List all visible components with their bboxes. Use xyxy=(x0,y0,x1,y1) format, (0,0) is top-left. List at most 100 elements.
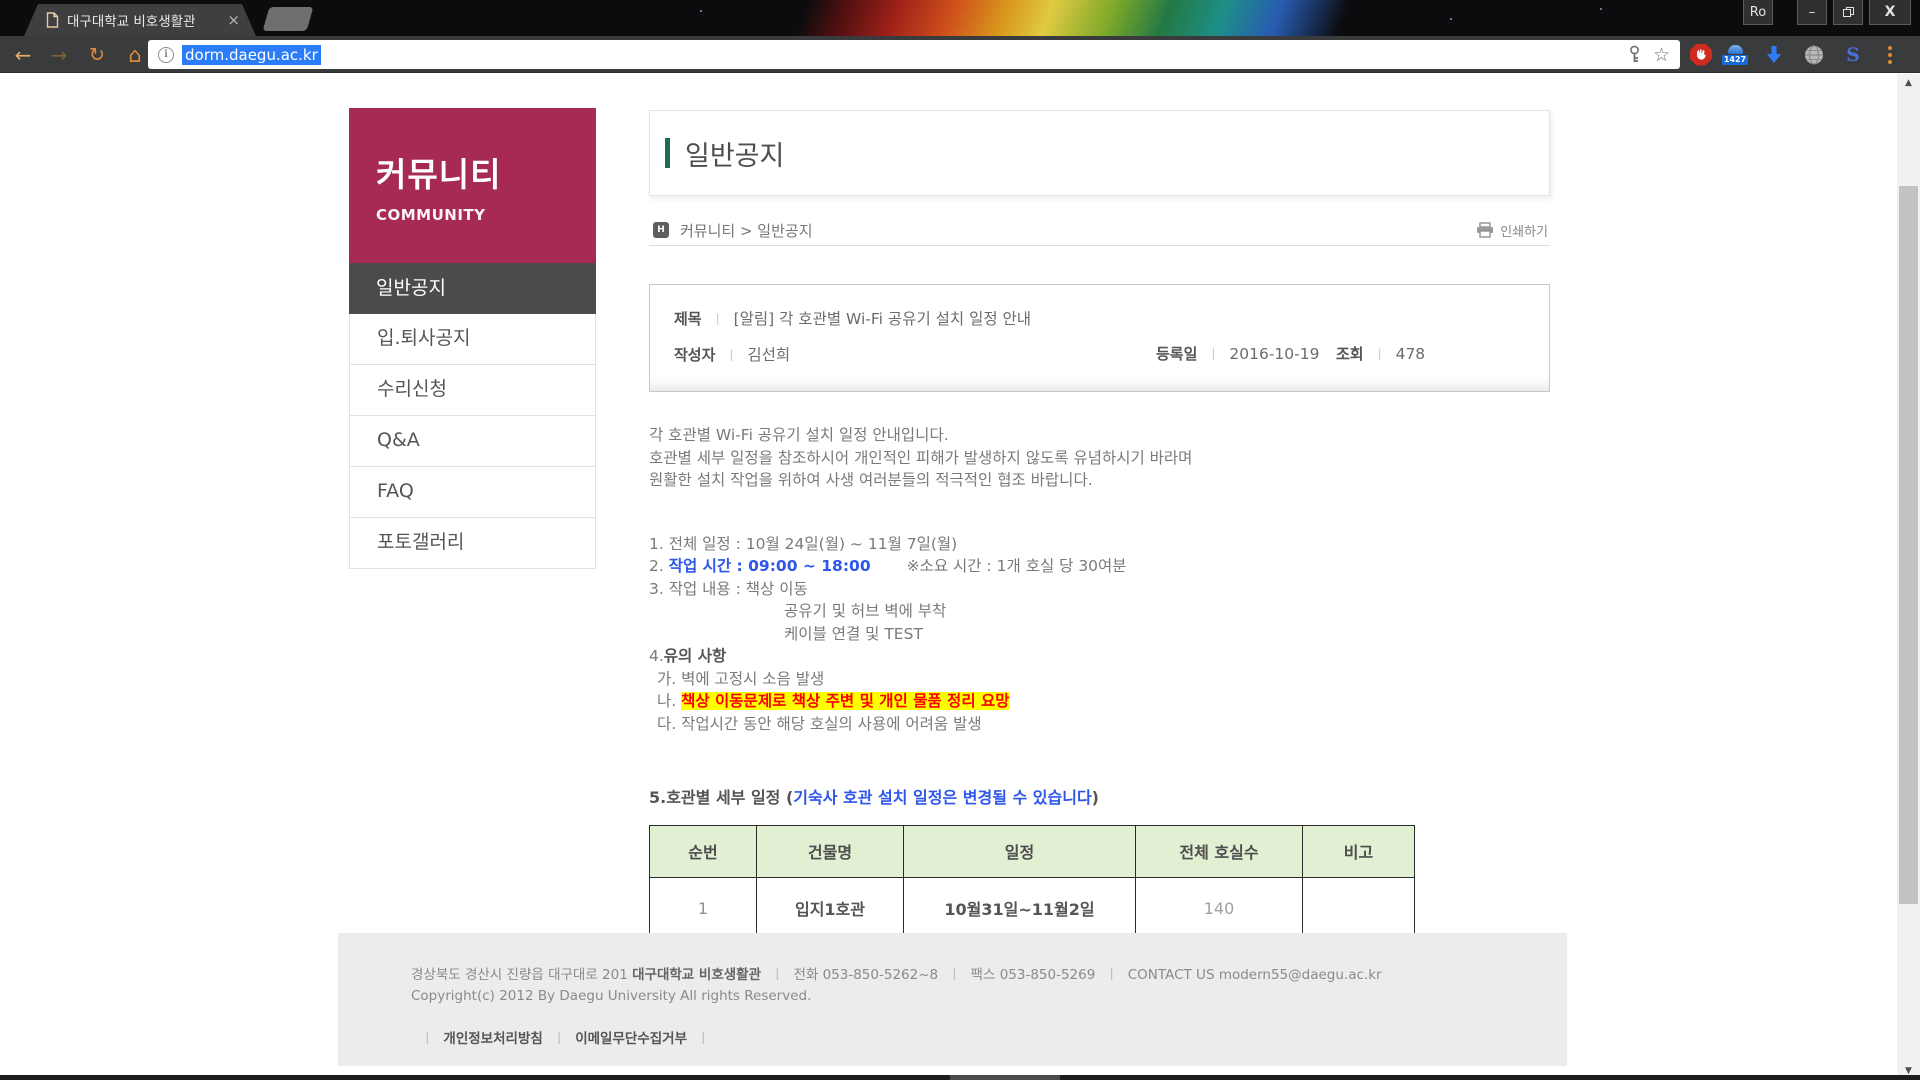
notice-writer: 김선희 xyxy=(747,346,790,364)
sidebar-item-general-notice[interactable]: 일반공지 xyxy=(349,263,596,314)
breadcrumb-home-icon[interactable]: H xyxy=(653,222,669,238)
site-footer: 경상북도 경산시 진량읍 대구대로 201 대구대학교 비호생활관ㅣ전화 053… xyxy=(338,933,1567,1066)
item2-worktime: 작업 시간 : 09:00 ~ 18:00 xyxy=(669,557,871,575)
cell-building: 입지1호관 xyxy=(757,877,904,939)
globe-extension-icon[interactable] xyxy=(1800,36,1828,73)
breadcrumb-row: H 커뮤니티 > 일반공지 인쇄하기 xyxy=(649,215,1550,246)
page-scrollbar[interactable]: ▲ ▼ xyxy=(1897,74,1920,1080)
date-label: 등록일 xyxy=(1156,345,1197,363)
cell-schedule: 10월31일~11월2일 xyxy=(904,877,1136,939)
extension-badge: 1427 xyxy=(1722,55,1748,65)
body-line: 가. 벽에 고정시 소음 발생 xyxy=(649,668,1550,691)
key-icon[interactable] xyxy=(1628,45,1641,65)
cell-room-count: 140 xyxy=(1136,877,1303,939)
subject-label: 제목 xyxy=(674,310,702,328)
body-line: 각 호관별 Wi-Fi 공유기 설치 일정 안내입니다. xyxy=(649,424,1550,447)
schedule-table: 순번 건물명 일정 전체 호실수 비고 1 입지1호관 10월31일~11월2일… xyxy=(649,825,1415,940)
views-label: 조회 xyxy=(1336,345,1364,363)
email-refusal-link[interactable]: 이메일무단수집거부 xyxy=(575,1031,687,1047)
footer-address: 경상북도 경산시 진량읍 대구대로 201 xyxy=(411,967,628,983)
page-title-box: 일반공지 xyxy=(649,110,1550,196)
footer-contact-label: CONTACT US xyxy=(1128,967,1215,983)
back-icon[interactable]: ← xyxy=(8,36,38,73)
sidebar-subtitle: COMMUNITY xyxy=(376,206,596,224)
url-selected-text: dorm.daegu.ac.kr xyxy=(182,45,321,65)
body-line: 공유기 및 허브 벽에 부착 xyxy=(649,600,1550,623)
sidebar-item-photo-gallery[interactable]: 포토갤러리 xyxy=(349,518,596,569)
footer-fax: 053-850-5269 xyxy=(1000,967,1096,983)
reload-icon[interactable]: ↻ xyxy=(82,36,112,73)
forward-icon[interactable]: → xyxy=(44,36,74,73)
body-line: 3. 작업 내용 : 책상 이동 xyxy=(649,578,1550,601)
footer-links: ㅣ개인정보처리방침ㅣ이메일무단수집거부ㅣ xyxy=(411,1027,1567,1047)
theme-star-decoration xyxy=(1600,8,1602,10)
taskbar-active-segment xyxy=(950,1075,1060,1080)
url-field[interactable]: dorm.daegu.ac.kr xyxy=(182,46,321,64)
item4-prefix: 4. xyxy=(649,647,664,665)
item5-note: 기숙사 호관 설치 일정은 변경될 수 있습니다 xyxy=(793,788,1091,807)
footer-email[interactable]: modern55@daegu.ac.kr xyxy=(1219,967,1382,983)
separator: ㅣ xyxy=(761,967,793,983)
browser-menu-icon[interactable] xyxy=(1884,44,1896,66)
cell-remarks xyxy=(1303,877,1415,939)
item2-prefix: 2. xyxy=(649,557,669,575)
home-icon[interactable]: ⌂ xyxy=(120,36,150,73)
body-line: 케이블 연결 및 TEST xyxy=(649,623,1550,646)
restore-icon xyxy=(1843,7,1854,17)
tab-close-icon[interactable]: × xyxy=(227,11,240,29)
s-extension-icon[interactable]: S xyxy=(1840,36,1866,73)
address-bar[interactable]: i dorm.daegu.ac.kr ☆ xyxy=(148,40,1680,69)
tab-title: 대구대학교 비호생활관 xyxy=(67,10,221,30)
item4b-warning-highlight: 책상 이동문제로 책상 주변 및 개인 물품 정리 요망 xyxy=(681,692,1009,710)
col-remarks: 비고 xyxy=(1303,825,1415,877)
sidebar-item-repair-request[interactable]: 수리신청 xyxy=(349,365,596,416)
body-line: 원활한 설치 작업을 위하여 사생 여러분들의 적극적인 협조 바랍니다. xyxy=(649,469,1550,492)
bookmark-star-icon[interactable]: ☆ xyxy=(1653,44,1670,66)
scrollbar-thumb[interactable] xyxy=(1899,186,1918,904)
theme-star-decoration xyxy=(1450,18,1452,20)
browser-tab-active[interactable]: 대구대학교 비호생활관 × xyxy=(24,4,256,36)
notification-extension-icon[interactable]: 1427 xyxy=(1720,36,1750,73)
page-title: 일반공지 xyxy=(685,134,784,173)
body-line: 다. 작업시간 동안 해당 호실의 사용에 어려움 발생 xyxy=(649,713,1550,736)
col-schedule: 일정 xyxy=(904,825,1136,877)
print-button[interactable]: 인쇄하기 xyxy=(1476,221,1548,240)
footer-fax-label: 팩스 xyxy=(971,967,996,983)
close-button[interactable]: X xyxy=(1869,0,1911,25)
sidebar-item-qna[interactable]: Q&A xyxy=(349,416,596,467)
profile-button[interactable]: Ro xyxy=(1743,0,1773,25)
background-tab[interactable] xyxy=(263,7,314,31)
download-arrow-extension-icon[interactable] xyxy=(1760,36,1788,73)
sidebar-item-faq[interactable]: FAQ xyxy=(349,467,596,518)
page-favicon-icon xyxy=(46,12,59,28)
sidebar-item-movein-notice[interactable]: 입.퇴사공지 xyxy=(349,314,596,365)
body-line: 5.호관별 세부 일정 (기숙사 호관 설치 일정은 변경될 수 있습니다) xyxy=(649,787,1550,810)
footer-copyright: Copyright(c) 2012 By Daegu University Al… xyxy=(411,988,1567,1004)
body-line: 호관별 세부 일정을 참조하시어 개인적인 피해가 발생하지 않도록 유념하시기… xyxy=(649,447,1550,470)
notice-body: 각 호관별 Wi-Fi 공유기 설치 일정 안내입니다. 호관별 세부 일정을 … xyxy=(649,424,1550,810)
restore-button[interactable] xyxy=(1833,0,1863,25)
footer-line1: 경상북도 경산시 진량읍 대구대로 201 대구대학교 비호생활관ㅣ전화 053… xyxy=(411,963,1567,983)
col-building: 건물명 xyxy=(757,825,904,877)
scroll-up-icon[interactable]: ▲ xyxy=(1897,74,1920,92)
page-info-icon[interactable]: i xyxy=(158,47,174,63)
writer-label: 작성자 xyxy=(674,346,715,364)
browser-titlebar: 대구대학교 비호생활관 × Ro – X xyxy=(0,0,1920,36)
privacy-policy-link[interactable]: 개인정보처리방침 xyxy=(443,1031,542,1047)
print-label: 인쇄하기 xyxy=(1500,221,1548,240)
minimize-button[interactable]: – xyxy=(1797,0,1827,25)
adblock-hand-extension-icon[interactable] xyxy=(1688,36,1714,73)
body-line: 2. 작업 시간 : 09:00 ~ 18:00※소요 시간 : 1개 호실 당… xyxy=(649,555,1550,578)
breadcrumb: 커뮤니티 > 일반공지 xyxy=(680,220,813,241)
extension-dome-icon xyxy=(1728,45,1743,54)
footer-phone: 053-850-5262~8 xyxy=(823,967,939,983)
item5-suffix: ) xyxy=(1092,788,1099,807)
notice-info-box: 제목ㅣ[알림] 각 호관별 Wi-Fi 공유기 설치 일정 안내 작성자ㅣ김선희… xyxy=(649,284,1550,392)
body-line: 4.유의 사항 xyxy=(649,645,1550,668)
separator: ㅣ xyxy=(687,1031,719,1047)
theme-rainbow-decoration xyxy=(787,0,1372,36)
item4-title: 유의 사항 xyxy=(664,647,726,665)
separator: ㅣ xyxy=(543,1031,575,1047)
separator: ㅣ xyxy=(702,313,734,328)
separator: ㅣ xyxy=(1197,348,1229,363)
